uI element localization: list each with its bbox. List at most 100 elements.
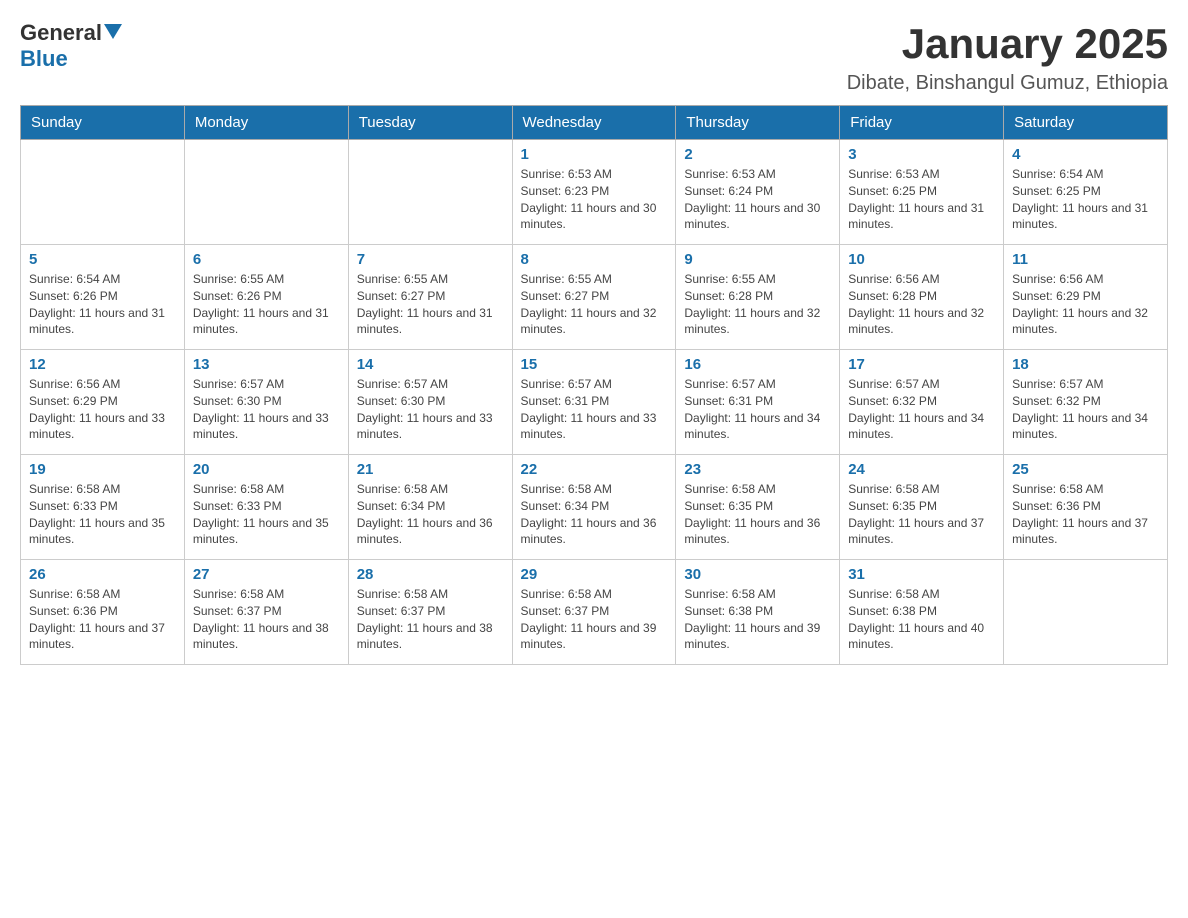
day-info: Sunrise: 6:57 AM Sunset: 6:32 PM Dayligh… bbox=[1012, 376, 1159, 443]
day-number: 20 bbox=[193, 461, 340, 478]
day-info: Sunrise: 6:58 AM Sunset: 6:37 PM Dayligh… bbox=[193, 586, 340, 653]
day-number: 9 bbox=[684, 251, 831, 268]
day-info: Sunrise: 6:57 AM Sunset: 6:30 PM Dayligh… bbox=[193, 376, 340, 443]
calendar-cell: 2 Sunrise: 6:53 AM Sunset: 6:24 PM Daylig… bbox=[676, 140, 840, 245]
calendar-cell: 15 Sunrise: 6:57 AM Sunset: 6:31 PM Dayli… bbox=[512, 350, 676, 455]
day-info: Sunrise: 6:55 AM Sunset: 6:27 PM Dayligh… bbox=[357, 271, 504, 338]
day-info: Sunrise: 6:57 AM Sunset: 6:30 PM Dayligh… bbox=[357, 376, 504, 443]
day-info: Sunrise: 6:56 AM Sunset: 6:29 PM Dayligh… bbox=[1012, 271, 1159, 338]
day-number: 16 bbox=[684, 356, 831, 373]
calendar-cell: 8 Sunrise: 6:55 AM Sunset: 6:27 PM Daylig… bbox=[512, 245, 676, 350]
location-title: Dibate, Binshangul Gumuz, Ethiopia bbox=[847, 72, 1168, 95]
day-number: 4 bbox=[1012, 146, 1159, 163]
calendar-cell: 23 Sunrise: 6:58 AM Sunset: 6:35 PM Dayli… bbox=[676, 455, 840, 560]
weekday-header-monday: Monday bbox=[184, 106, 348, 140]
calendar-cell: 5 Sunrise: 6:54 AM Sunset: 6:26 PM Daylig… bbox=[21, 245, 185, 350]
day-info: Sunrise: 6:58 AM Sunset: 6:38 PM Dayligh… bbox=[848, 586, 995, 653]
day-number: 29 bbox=[521, 566, 668, 583]
logo-general-text: General bbox=[20, 20, 102, 46]
calendar-cell: 31 Sunrise: 6:58 AM Sunset: 6:38 PM Dayli… bbox=[840, 560, 1004, 665]
day-info: Sunrise: 6:58 AM Sunset: 6:35 PM Dayligh… bbox=[684, 481, 831, 548]
calendar-cell: 16 Sunrise: 6:57 AM Sunset: 6:31 PM Dayli… bbox=[676, 350, 840, 455]
calendar-cell: 19 Sunrise: 6:58 AM Sunset: 6:33 PM Dayli… bbox=[21, 455, 185, 560]
calendar-week-3: 12 Sunrise: 6:56 AM Sunset: 6:29 PM Dayli… bbox=[21, 350, 1168, 455]
day-info: Sunrise: 6:57 AM Sunset: 6:32 PM Dayligh… bbox=[848, 376, 995, 443]
calendar-cell: 28 Sunrise: 6:58 AM Sunset: 6:37 PM Dayli… bbox=[348, 560, 512, 665]
day-info: Sunrise: 6:58 AM Sunset: 6:36 PM Dayligh… bbox=[29, 586, 176, 653]
day-info: Sunrise: 6:55 AM Sunset: 6:27 PM Dayligh… bbox=[521, 271, 668, 338]
calendar-week-2: 5 Sunrise: 6:54 AM Sunset: 6:26 PM Daylig… bbox=[21, 245, 1168, 350]
calendar-cell: 20 Sunrise: 6:58 AM Sunset: 6:33 PM Dayli… bbox=[184, 455, 348, 560]
title-section: January 2025 Dibate, Binshangul Gumuz, E… bbox=[847, 20, 1168, 95]
day-number: 14 bbox=[357, 356, 504, 373]
calendar-cell: 14 Sunrise: 6:57 AM Sunset: 6:30 PM Dayli… bbox=[348, 350, 512, 455]
calendar-cell: 25 Sunrise: 6:58 AM Sunset: 6:36 PM Dayli… bbox=[1004, 455, 1168, 560]
day-number: 1 bbox=[521, 146, 668, 163]
calendar-cell: 26 Sunrise: 6:58 AM Sunset: 6:36 PM Dayli… bbox=[21, 560, 185, 665]
calendar-cell: 22 Sunrise: 6:58 AM Sunset: 6:34 PM Dayli… bbox=[512, 455, 676, 560]
calendar-cell bbox=[184, 140, 348, 245]
calendar-cell: 1 Sunrise: 6:53 AM Sunset: 6:23 PM Daylig… bbox=[512, 140, 676, 245]
calendar-cell: 21Sunrise: 6:58 AM Sunset: 6:34 PM Dayli… bbox=[348, 455, 512, 560]
logo: General Blue bbox=[20, 20, 122, 72]
day-info: Sunrise: 6:58 AM Sunset: 6:37 PM Dayligh… bbox=[357, 586, 504, 653]
day-number: 10 bbox=[848, 251, 995, 268]
day-info: Sunrise: 6:58 AM Sunset: 6:34 PM Dayligh… bbox=[521, 481, 668, 548]
weekday-header-saturday: Saturday bbox=[1004, 106, 1168, 140]
day-number: 17 bbox=[848, 356, 995, 373]
month-title: January 2025 bbox=[847, 20, 1168, 68]
day-number: 26 bbox=[29, 566, 176, 583]
day-info: Sunrise: 6:53 AM Sunset: 6:23 PM Dayligh… bbox=[521, 166, 668, 233]
day-info: Sunrise: 6:56 AM Sunset: 6:28 PM Dayligh… bbox=[848, 271, 995, 338]
day-info: Sunrise: 6:58 AM Sunset: 6:33 PM Dayligh… bbox=[29, 481, 176, 548]
day-number: 12 bbox=[29, 356, 176, 373]
day-info: Sunrise: 6:56 AM Sunset: 6:29 PM Dayligh… bbox=[29, 376, 176, 443]
calendar-table: SundayMondayTuesdayWednesdayThursdayFrid… bbox=[20, 105, 1168, 665]
day-number: 5 bbox=[29, 251, 176, 268]
calendar-cell: 10 Sunrise: 6:56 AM Sunset: 6:28 PM Dayli… bbox=[840, 245, 1004, 350]
logo-blue-text: Blue bbox=[20, 46, 68, 71]
calendar-cell: 27Sunrise: 6:58 AM Sunset: 6:37 PM Dayli… bbox=[184, 560, 348, 665]
day-info: Sunrise: 6:54 AM Sunset: 6:26 PM Dayligh… bbox=[29, 271, 176, 338]
calendar-cell: 7 Sunrise: 6:55 AM Sunset: 6:27 PM Daylig… bbox=[348, 245, 512, 350]
calendar-header-row: SundayMondayTuesdayWednesdayThursdayFrid… bbox=[21, 106, 1168, 140]
day-number: 13 bbox=[193, 356, 340, 373]
day-number: 24 bbox=[848, 461, 995, 478]
day-info: Sunrise: 6:55 AM Sunset: 6:26 PM Dayligh… bbox=[193, 271, 340, 338]
calendar-week-5: 26 Sunrise: 6:58 AM Sunset: 6:36 PM Dayli… bbox=[21, 560, 1168, 665]
day-number: 31 bbox=[848, 566, 995, 583]
day-number: 22 bbox=[521, 461, 668, 478]
day-number: 8 bbox=[521, 251, 668, 268]
day-info: Sunrise: 6:58 AM Sunset: 6:38 PM Dayligh… bbox=[684, 586, 831, 653]
weekday-header-tuesday: Tuesday bbox=[348, 106, 512, 140]
calendar-cell: 6Sunrise: 6:55 AM Sunset: 6:26 PM Daylig… bbox=[184, 245, 348, 350]
day-number: 30 bbox=[684, 566, 831, 583]
calendar-cell: 29 Sunrise: 6:58 AM Sunset: 6:37 PM Dayli… bbox=[512, 560, 676, 665]
day-info: Sunrise: 6:53 AM Sunset: 6:24 PM Dayligh… bbox=[684, 166, 831, 233]
day-number: 15 bbox=[521, 356, 668, 373]
day-info: Sunrise: 6:57 AM Sunset: 6:31 PM Dayligh… bbox=[521, 376, 668, 443]
calendar-cell: 9Sunrise: 6:55 AM Sunset: 6:28 PM Daylig… bbox=[676, 245, 840, 350]
calendar-cell bbox=[21, 140, 185, 245]
calendar-cell bbox=[348, 140, 512, 245]
calendar-cell: 11Sunrise: 6:56 AM Sunset: 6:29 PM Dayli… bbox=[1004, 245, 1168, 350]
weekday-header-friday: Friday bbox=[840, 106, 1004, 140]
logo-triangle-icon bbox=[104, 24, 122, 39]
calendar-cell: 4Sunrise: 6:54 AM Sunset: 6:25 PM Daylig… bbox=[1004, 140, 1168, 245]
day-number: 28 bbox=[357, 566, 504, 583]
calendar-cell: 18 Sunrise: 6:57 AM Sunset: 6:32 PM Dayli… bbox=[1004, 350, 1168, 455]
day-number: 25 bbox=[1012, 461, 1159, 478]
day-number: 7 bbox=[357, 251, 504, 268]
day-number: 2 bbox=[684, 146, 831, 163]
day-info: Sunrise: 6:58 AM Sunset: 6:37 PM Dayligh… bbox=[521, 586, 668, 653]
day-info: Sunrise: 6:58 AM Sunset: 6:34 PM Dayligh… bbox=[357, 481, 504, 548]
calendar-cell: 24Sunrise: 6:58 AM Sunset: 6:35 PM Dayli… bbox=[840, 455, 1004, 560]
day-info: Sunrise: 6:58 AM Sunset: 6:33 PM Dayligh… bbox=[193, 481, 340, 548]
day-info: Sunrise: 6:58 AM Sunset: 6:36 PM Dayligh… bbox=[1012, 481, 1159, 548]
day-number: 23 bbox=[684, 461, 831, 478]
day-number: 18 bbox=[1012, 356, 1159, 373]
calendar-week-4: 19 Sunrise: 6:58 AM Sunset: 6:33 PM Dayli… bbox=[21, 455, 1168, 560]
day-info: Sunrise: 6:57 AM Sunset: 6:31 PM Dayligh… bbox=[684, 376, 831, 443]
weekday-header-sunday: Sunday bbox=[21, 106, 185, 140]
day-number: 19 bbox=[29, 461, 176, 478]
